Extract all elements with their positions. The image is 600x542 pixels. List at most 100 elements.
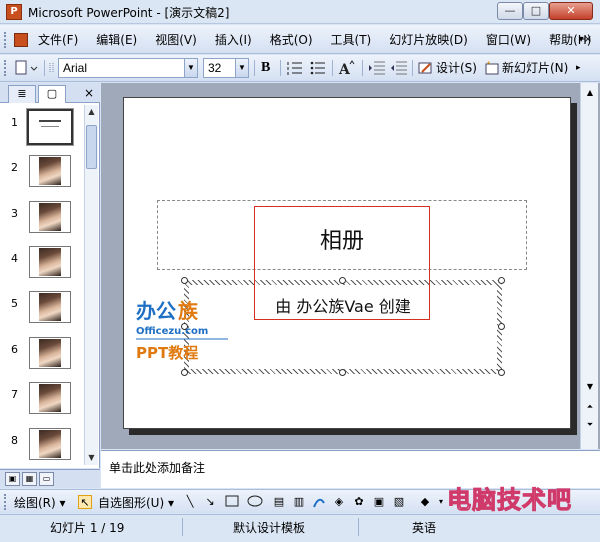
svg-text:办公: 办公 <box>136 299 176 323</box>
slide-thumbnail-8[interactable] <box>29 428 71 460</box>
menu-view[interactable]: 视图(V) <box>155 31 197 48</box>
design-icon <box>418 62 432 74</box>
bold-button[interactable]: B <box>261 59 270 77</box>
slide-number: 5 <box>11 297 18 310</box>
font-size-select[interactable]: 32 ▼ <box>203 58 249 78</box>
resize-handle[interactable] <box>181 277 188 284</box>
close-button[interactable]: ✕ <box>549 2 593 20</box>
toolbar-separator <box>44 60 45 76</box>
previous-slide-icon[interactable]: ⏶ <box>583 399 597 415</box>
chevron-down-icon[interactable]: ▼ <box>184 59 197 77</box>
arrow-icon[interactable]: ↘ <box>203 495 217 509</box>
insert-picture-icon[interactable]: ▣ <box>372 495 386 509</box>
bullet-list-icon[interactable] <box>310 59 326 77</box>
menu-slideshow[interactable]: 幻灯片放映(D) <box>389 31 468 48</box>
tab-outline[interactable]: ≣ <box>8 85 36 103</box>
menu-format[interactable]: 格式(O) <box>270 31 313 48</box>
slide-vertical-scrollbar[interactable]: ▲ ▼ ⏶ ⏷ <box>580 83 598 449</box>
slide-number: 6 <box>11 343 18 356</box>
slide-thumbnail-5[interactable] <box>29 291 71 323</box>
resize-handle[interactable] <box>498 323 505 330</box>
svg-text:PPT教程: PPT教程 <box>136 344 198 362</box>
scroll-up-icon[interactable]: ▲ <box>85 105 98 119</box>
increase-font-size-icon[interactable]: A <box>338 59 356 78</box>
fill-color-icon[interactable]: ◆ <box>418 495 432 509</box>
close-icon[interactable]: × <box>84 86 94 100</box>
minimize-button[interactable]: — <box>497 2 523 20</box>
slide-thumbnail-1[interactable] <box>26 108 74 146</box>
slide-thumbnail-6[interactable] <box>29 337 71 369</box>
notes-placeholder[interactable]: 单击此处添加备注 <box>109 459 205 476</box>
resize-handle[interactable] <box>498 369 505 376</box>
menu-insert[interactable]: 插入(I) <box>215 31 252 48</box>
next-slide-icon[interactable]: ⏷ <box>583 417 597 433</box>
slide-thumbnail-4[interactable] <box>29 246 71 278</box>
menu-edit[interactable]: 编辑(E) <box>96 31 137 48</box>
toolbar-separator <box>280 60 281 76</box>
toolbar-grip-icon[interactable] <box>4 32 8 48</box>
vertical-textbox-icon[interactable]: ▥ <box>292 495 306 509</box>
toolbar-options-icon[interactable] <box>14 59 40 77</box>
font-size-value: 32 <box>208 61 222 75</box>
chevron-down-icon[interactable]: ▾ <box>434 495 448 509</box>
scrollbar-thumb[interactable] <box>86 125 97 169</box>
diagram-icon[interactable]: ◈ <box>332 495 346 509</box>
slide-thumbnail-2[interactable] <box>29 155 71 187</box>
svg-text:电脑技术吧: 电脑技术吧 <box>447 486 572 514</box>
slide-number: 7 <box>11 388 18 401</box>
draw-menu-button[interactable]: 绘图(R) ▾ <box>14 494 66 511</box>
increase-indent-icon[interactable] <box>390 59 408 77</box>
normal-view-icon[interactable]: ▣ <box>5 472 20 486</box>
new-slide-button[interactable]: 新幻灯片(N) <box>484 59 568 77</box>
menu-window[interactable]: 窗口(W) <box>486 31 531 48</box>
formatting-toolbar: Arial ▼ 32 ▼ B A 设计(S) 新幻灯片(N) ▸ <box>0 55 600 82</box>
tab-slides[interactable]: ▢ <box>38 85 66 103</box>
scroll-up-icon[interactable]: ▲ <box>583 85 597 101</box>
svg-text:族: 族 <box>178 299 199 323</box>
oval-icon[interactable] <box>247 495 263 509</box>
decrease-indent-icon[interactable] <box>368 59 386 77</box>
toolbar-grip-icon[interactable] <box>4 494 8 510</box>
design-button[interactable]: 设计(S) <box>418 59 477 77</box>
document-icon[interactable] <box>14 33 28 47</box>
menu-tools[interactable]: 工具(T) <box>331 31 372 48</box>
menu-help-dropdown[interactable]: ▾× <box>579 34 592 45</box>
slide-thumbnail-7[interactable] <box>29 382 71 414</box>
chevron-down-icon[interactable]: ▼ <box>235 59 248 77</box>
slide-sorter-view-icon[interactable]: ▦ <box>22 472 37 486</box>
scroll-down-icon[interactable]: ▼ <box>85 451 98 465</box>
toolbar-overflow-icon[interactable]: ▸ <box>576 59 581 77</box>
title-bar: P Microsoft PowerPoint - [演示文稿2] — □ ✕ <box>0 0 600 24</box>
rectangle-icon[interactable] <box>225 495 239 509</box>
slide-thumbnail-3[interactable] <box>29 201 71 233</box>
select-pointer-icon[interactable]: ↖ <box>78 495 92 509</box>
current-slide[interactable]: 相册 由 办公族Vae 创建 办公 族 Officezu.com PPT教程 <box>123 97 571 429</box>
font-icon <box>48 59 58 77</box>
numbered-list-icon[interactable] <box>287 59 303 77</box>
font-name-select[interactable]: Arial ▼ <box>58 58 198 78</box>
menu-file[interactable]: 文件(F) <box>38 31 78 48</box>
autoshapes-menu-button[interactable]: 自选图形(U) ▾ <box>98 494 174 511</box>
wordart-icon[interactable] <box>312 495 326 509</box>
resize-handle[interactable] <box>498 277 505 284</box>
line-icon[interactable]: ╲ <box>183 495 197 509</box>
slideshow-view-icon[interactable]: ▭ <box>39 472 54 486</box>
scroll-down-icon[interactable]: ▼ <box>583 379 597 395</box>
powerpoint-app-icon: P <box>6 4 22 20</box>
watermark-logo: 办公 族 Officezu.com PPT教程 <box>136 298 236 370</box>
new-slide-icon <box>485 61 499 75</box>
slides-panel-scrollbar[interactable]: ▲ ▼ <box>84 105 98 465</box>
textbox-icon[interactable]: ▤ <box>272 495 286 509</box>
slide-position: 幻灯片 1 / 19 <box>50 521 125 535</box>
slides-panel: ≣ ▢ × 1 2 3 4 5 6 7 8 ▲ ▼ <box>0 83 100 468</box>
resize-handle[interactable] <box>181 369 188 376</box>
notes-pane[interactable]: 单击此处添加备注 <box>101 450 600 488</box>
maximize-button[interactable]: □ <box>523 2 549 20</box>
status-separator <box>182 518 183 536</box>
menu-bar: 文件(F) 编辑(E) 视图(V) 插入(I) 格式(O) 工具(T) 幻灯片放… <box>0 25 600 54</box>
insert-image-icon[interactable]: ▧ <box>392 495 406 509</box>
clipart-icon[interactable]: ✿ <box>352 495 366 509</box>
resize-handle[interactable] <box>339 369 346 376</box>
toolbar-grip-icon[interactable] <box>4 60 8 76</box>
svg-text:Officezu.com: Officezu.com <box>136 326 208 337</box>
